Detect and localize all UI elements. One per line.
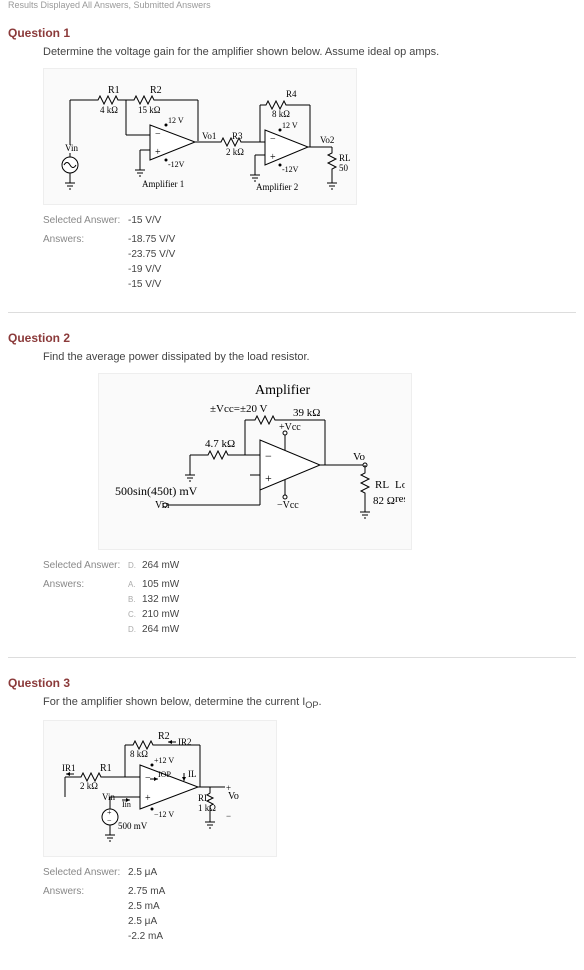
q3-r2-value: 8 kΩ bbox=[130, 749, 148, 759]
q2-r39: 39 kΩ bbox=[293, 407, 320, 419]
q3-src: 500 mV bbox=[118, 821, 148, 831]
q1-r2-label: R2 bbox=[150, 85, 162, 96]
q2-load-word: Load bbox=[395, 479, 405, 491]
q2-op-minus: − bbox=[265, 449, 272, 463]
q2-figure: Amplifier ±Vcc=±20 V 39 kΩ 4.7 kΩ − + +V… bbox=[98, 373, 412, 550]
q1-rl-label: RL bbox=[339, 153, 350, 163]
q3-answers: Selected Answer: 2.5 μA Answers: 2.75 mA… bbox=[43, 867, 576, 946]
q1-amp1-label: Amplifier 1 bbox=[142, 179, 184, 189]
q3-il: IL bbox=[188, 769, 197, 779]
svg-text:+: + bbox=[226, 783, 231, 793]
q1-op1-m12: -12V bbox=[168, 160, 185, 169]
q3-opt: 2.5 μA bbox=[128, 916, 165, 927]
q3-r1-value: 2 kΩ bbox=[80, 781, 98, 791]
svg-text:−: − bbox=[226, 811, 231, 821]
divider bbox=[8, 657, 576, 658]
q2-header: Question 2 bbox=[8, 331, 576, 345]
q2-selected-answer: D.264 mW bbox=[128, 560, 179, 571]
q3-opt: 2.75 mA bbox=[128, 886, 165, 897]
q3-m12: −12 V bbox=[154, 810, 174, 819]
q2-vo: Vo bbox=[353, 451, 366, 463]
q1-vo2-label: Vo2 bbox=[320, 135, 334, 145]
q1-r1-value: 4 kΩ bbox=[100, 105, 118, 115]
q3-opt: 2.5 mA bbox=[128, 901, 165, 912]
q3-r2-label: R2 bbox=[158, 731, 170, 742]
q2-answers-label: Answers: bbox=[43, 579, 128, 590]
q2-selected-label: Selected Answer: bbox=[43, 560, 128, 571]
q2-opt: B.132 mW bbox=[128, 594, 179, 605]
q2-title: Amplifier bbox=[255, 383, 311, 398]
q2-vin-expr: 500sin(450t) mV bbox=[115, 484, 198, 498]
q1-r4-label: R4 bbox=[286, 89, 297, 99]
q1-opt: -18.75 V/V bbox=[128, 234, 175, 245]
svg-text:−: − bbox=[107, 816, 112, 825]
q1-answers-label: Answers: bbox=[43, 234, 128, 245]
q2-resistor-word: resistor bbox=[395, 493, 405, 505]
q2-prompt: Find the average power dissipated by the… bbox=[43, 351, 576, 363]
q1-figure: R1 4 kΩ R2 15 kΩ − + 12 V -12V Amplifier… bbox=[43, 68, 357, 205]
q1-vin-label: Vin bbox=[65, 143, 78, 153]
q2-rl-value: 82 Ω bbox=[373, 495, 395, 507]
q1-op1-plus: + bbox=[155, 147, 161, 158]
q1-op2-minus: − bbox=[270, 134, 276, 145]
q2-op-plus: + bbox=[265, 471, 272, 485]
q1-r4-value: 8 kΩ bbox=[272, 109, 290, 119]
q1-circuit-svg: R1 4 kΩ R2 15 kΩ − + 12 V -12V Amplifier… bbox=[50, 75, 350, 195]
q3-r1-label: R1 bbox=[100, 763, 112, 774]
q2-vcc-spec: ±Vcc=±20 V bbox=[210, 403, 268, 415]
q3-selected-answer: 2.5 μA bbox=[128, 867, 157, 878]
q2-mvcc: −Vcc bbox=[277, 500, 299, 511]
q1-prompt: Determine the voltage gain for the ampli… bbox=[43, 46, 576, 58]
q1-op1-p12: 12 V bbox=[168, 116, 184, 125]
q2-rl: RL bbox=[375, 479, 389, 491]
q1-op2-m12: -12V bbox=[282, 165, 299, 174]
q3-figure: R2 8 kΩ IR2 R1 2 kΩ IR1 − + IOP +12 V −1… bbox=[43, 720, 277, 857]
q2-r47: 4.7 kΩ bbox=[205, 438, 235, 450]
q1-op1-minus: − bbox=[155, 129, 161, 140]
q3-iop: IOP bbox=[158, 770, 171, 779]
q1-op2-plus: + bbox=[270, 152, 276, 163]
q1-opt: -15 V/V bbox=[128, 279, 175, 290]
q1-header: Question 1 bbox=[8, 26, 576, 40]
q3-p12: +12 V bbox=[154, 756, 174, 765]
q1-answers: Selected Answer: -15 V/V Answers: -18.75… bbox=[43, 215, 576, 294]
q1-rl-value: 50 Ω bbox=[339, 163, 350, 173]
results-displayed: Results Displayed All Answers, Submitted… bbox=[8, 0, 576, 18]
q3-header: Question 3 bbox=[8, 676, 576, 690]
q3-op-plus: + bbox=[145, 793, 151, 804]
q3-selected-label: Selected Answer: bbox=[43, 867, 128, 878]
q1-opt: -23.75 V/V bbox=[128, 249, 175, 260]
q2-circuit-svg: Amplifier ±Vcc=±20 V 39 kΩ 4.7 kΩ − + +V… bbox=[105, 380, 405, 540]
q3-answers-label: Answers: bbox=[43, 886, 128, 897]
q2-opt: A.105 mW bbox=[128, 579, 179, 590]
q3-ir1: IR1 bbox=[62, 763, 76, 773]
q3-circuit-svg: R2 8 kΩ IR2 R1 2 kΩ IR1 − + IOP +12 V −1… bbox=[50, 727, 270, 847]
divider bbox=[8, 312, 576, 313]
q2-opt: D.264 mW bbox=[128, 624, 179, 635]
q1-r2-value: 15 kΩ bbox=[138, 105, 161, 115]
q3-rl-label: RL bbox=[198, 793, 210, 803]
q2-pvcc: +Vcc bbox=[279, 422, 301, 433]
q2-opt: C.210 mW bbox=[128, 609, 179, 620]
q3-opt: -2.2 mA bbox=[128, 931, 165, 942]
q1-selected-label: Selected Answer: bbox=[43, 215, 128, 226]
q3-rl-value: 1 kΩ bbox=[198, 803, 216, 813]
q1-r3-label: R3 bbox=[232, 131, 243, 141]
q1-vo1-label: Vo1 bbox=[202, 131, 216, 141]
q1-opt: -19 V/V bbox=[128, 264, 175, 275]
q1-op2-p12: 12 V bbox=[282, 121, 298, 130]
q1-r1-label: R1 bbox=[108, 85, 120, 96]
q1-amp2-label: Amplifier 2 bbox=[256, 182, 298, 192]
q2-answers: Selected Answer: D.264 mW Answers: A.105… bbox=[43, 560, 576, 639]
q3-prompt: For the amplifier shown below, determine… bbox=[43, 696, 576, 710]
q3-vin-label: Vin bbox=[102, 792, 115, 802]
q1-selected-answer: -15 V/V bbox=[128, 215, 161, 226]
q1-r3-value: 2 kΩ bbox=[226, 147, 244, 157]
